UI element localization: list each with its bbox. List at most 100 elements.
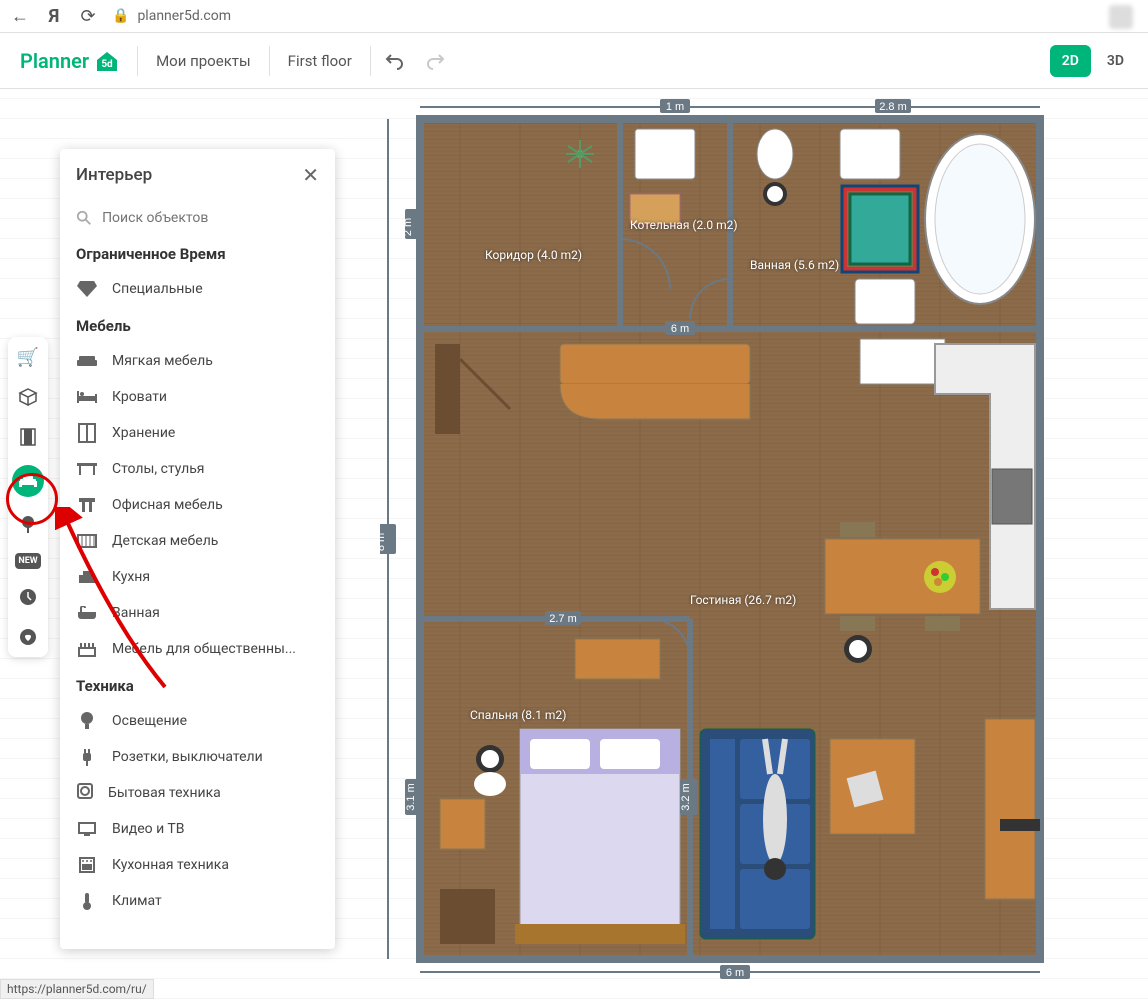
- my-projects-button[interactable]: Мои проекты: [142, 44, 265, 78]
- redo-button[interactable]: [415, 41, 455, 81]
- floor-selector[interactable]: First floor: [274, 44, 366, 78]
- url-bar[interactable]: 🔒 planner5d.com: [112, 8, 231, 24]
- view-2d-button[interactable]: 2D: [1050, 45, 1091, 77]
- catalog-item-outlets[interactable]: Розетки, выключатели: [60, 739, 335, 775]
- tool-strip: 🛒 NEW: [8, 337, 48, 657]
- furniture-icon[interactable]: [12, 465, 44, 497]
- storage-icon: [76, 422, 98, 444]
- item-label: Мебель для общественны...: [112, 641, 296, 657]
- cart-icon[interactable]: 🛒: [16, 345, 40, 369]
- catalog-list[interactable]: Ограниченное Время Специальные Мебель Мя…: [60, 235, 335, 949]
- heart-icon[interactable]: [16, 625, 40, 649]
- section-heading: Техника: [60, 667, 335, 703]
- door-icon[interactable]: [16, 425, 40, 449]
- office-icon: [76, 494, 98, 516]
- browser-chrome: ← Я ⟳ 🔒 planner5d.com: [0, 0, 1148, 33]
- reload-button[interactable]: ⟳: [78, 6, 98, 26]
- catalog-item-kitchen-appliance[interactable]: Кухонная техника: [60, 847, 335, 883]
- kitchen-icon: [76, 566, 98, 588]
- item-label: Бытовая техника: [108, 785, 221, 801]
- dim-label: 6 m: [671, 323, 689, 335]
- logo-text: Planner: [20, 49, 89, 73]
- catalog-item-office[interactable]: Офисная мебель: [60, 487, 335, 523]
- undo-button[interactable]: [375, 41, 415, 81]
- dim-label: 3.2 m: [680, 783, 692, 811]
- item-label: Детская мебель: [112, 533, 218, 549]
- item-label: Мягкая мебель: [112, 353, 213, 369]
- catalog-item-climate[interactable]: Климат: [60, 883, 335, 919]
- yandex-button[interactable]: Я: [44, 6, 64, 26]
- search-input[interactable]: [60, 201, 335, 235]
- crib-icon: [76, 530, 98, 552]
- bulb-icon: [76, 710, 98, 732]
- dim-label: 3.1 m: [405, 783, 417, 811]
- catalog-panel: Интерьер ✕ Ограниченное Время Специальны…: [60, 149, 335, 949]
- dim-label: 6 m: [726, 967, 744, 979]
- search-field[interactable]: [102, 210, 319, 226]
- dim-label: 2.8 m: [879, 101, 907, 113]
- thermo-icon: [76, 890, 98, 912]
- undo-icon: [385, 51, 405, 71]
- item-label: Кухонная техника: [112, 857, 229, 873]
- clock-icon[interactable]: [16, 585, 40, 609]
- room-label-corridor: Коридор (4.0 m2): [485, 248, 582, 262]
- catalog-item-tables[interactable]: Столы, стулья: [60, 451, 335, 487]
- dim-label: 1 m: [666, 101, 684, 113]
- catalog-item-soft-furniture[interactable]: Мягкая мебель: [60, 343, 335, 379]
- room-label-bathroom: Ванная (5.6 m2): [750, 258, 839, 272]
- logo-house-icon: 5d: [93, 47, 121, 75]
- item-label: Столы, стулья: [112, 461, 204, 477]
- catalog-item-storage[interactable]: Хранение: [60, 415, 335, 451]
- oven-icon: [76, 854, 98, 876]
- canvas-area[interactable]: 🛒 NEW Интерьер ✕: [0, 89, 1148, 999]
- section-heading: Ограниченное Время: [60, 235, 335, 271]
- catalog-item-tv[interactable]: Видео и ТВ: [60, 811, 335, 847]
- status-bar: https://planner5d.com/ru/: [0, 979, 154, 999]
- section-heading: Мебель: [60, 307, 335, 343]
- item-label: Ванная: [112, 605, 160, 621]
- item-label: Кровати: [112, 389, 167, 405]
- bed-icon: [76, 386, 98, 408]
- public-icon: [76, 638, 98, 660]
- dim-label: 2.7 m: [549, 613, 577, 625]
- svg-text:5d: 5d: [101, 59, 113, 70]
- catalog-item-appliances[interactable]: Бытовая техника: [60, 775, 335, 811]
- catalog-item-kids[interactable]: Детская мебель: [60, 523, 335, 559]
- sofa-icon: [76, 350, 98, 372]
- item-label: Специальные: [112, 281, 203, 297]
- back-button[interactable]: ←: [10, 6, 30, 26]
- item-label: Розетки, выключатели: [112, 749, 263, 765]
- lock-icon: 🔒: [112, 8, 129, 24]
- item-label: Хранение: [112, 425, 175, 441]
- item-label: Кухня: [112, 569, 150, 585]
- catalog-item-bath[interactable]: Ванная: [60, 595, 335, 631]
- item-label: Офисная мебель: [112, 497, 223, 513]
- catalog-title: Интерьер: [76, 165, 152, 185]
- catalog-item-lighting[interactable]: Освещение: [60, 703, 335, 739]
- tree-icon[interactable]: [16, 513, 40, 537]
- room-label-living: Гостиная (26.7 m2): [690, 593, 796, 607]
- logo[interactable]: Planner 5d: [8, 47, 133, 75]
- catalog-item-special[interactable]: Специальные: [60, 271, 335, 307]
- catalog-item-kitchen[interactable]: Кухня: [60, 559, 335, 595]
- search-icon: [76, 209, 92, 227]
- tv-icon: [76, 818, 98, 840]
- room-label-boiler: Котельная (2.0 m2): [630, 218, 738, 232]
- close-icon[interactable]: ✕: [302, 163, 319, 187]
- redo-icon: [425, 51, 445, 71]
- cube-icon[interactable]: [16, 385, 40, 409]
- avatar[interactable]: [1109, 5, 1133, 29]
- catalog-item-beds[interactable]: Кровати: [60, 379, 335, 415]
- dim-label: 2 m: [402, 218, 414, 236]
- dim-label: 8 m: [380, 533, 387, 551]
- floorplan[interactable]: Коридор (4.0 m2) Котельная (2.0 m2) Ванн…: [380, 99, 1060, 979]
- room-label-bedroom: Спальня (8.1 m2): [470, 708, 566, 722]
- table-icon: [76, 458, 98, 480]
- view-3d-button[interactable]: 3D: [1095, 45, 1136, 77]
- bath-icon: [76, 602, 98, 624]
- catalog-item-public[interactable]: Мебель для общественны...: [60, 631, 335, 667]
- new-icon[interactable]: NEW: [15, 553, 41, 569]
- item-label: Видео и ТВ: [112, 821, 185, 837]
- app-toolbar: Planner 5d Мои проекты First floor 2D 3D: [0, 33, 1148, 89]
- plug-icon: [76, 746, 98, 768]
